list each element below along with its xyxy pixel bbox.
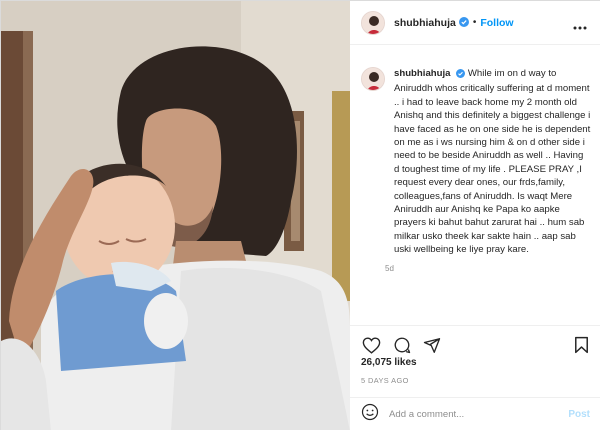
caption-avatar[interactable] <box>361 67 385 91</box>
post-date[interactable]: 5 DAYS AGO <box>361 376 409 385</box>
verified-badge-icon <box>458 14 469 32</box>
action-bar <box>350 325 600 361</box>
caption-text: While im on d way to Aniruddh whos criti… <box>394 68 591 256</box>
post-side-panel: shubhiahuja • Follow shubhiahuja While i… <box>350 1 600 430</box>
bookmark-icon[interactable] <box>574 336 589 359</box>
caption-text-block: shubhiahuja While im on d way to Anirudd… <box>394 67 591 257</box>
post-comment-button[interactable]: Post <box>568 409 590 420</box>
heart-icon[interactable] <box>362 336 381 359</box>
caption-username[interactable]: shubhiahuja <box>394 68 451 79</box>
verified-badge-icon <box>456 69 466 82</box>
photo-illustration <box>1 1 350 430</box>
avatar-image <box>362 11 384 34</box>
comment-icon[interactable] <box>393 336 411 359</box>
username[interactable]: shubhiahuja <box>394 17 456 29</box>
avatar[interactable] <box>361 10 385 35</box>
instagram-post: shubhiahuja • Follow shubhiahuja While i… <box>0 0 600 430</box>
post-photo[interactable] <box>1 1 350 430</box>
comment-bar: Post <box>350 397 600 430</box>
separator-dot: • <box>472 17 477 28</box>
caption-avatar-image <box>362 68 384 90</box>
emoji-icon[interactable] <box>361 403 379 426</box>
follow-button[interactable]: Follow <box>480 17 513 29</box>
caption-timestamp[interactable]: 5d <box>385 264 591 273</box>
caption-section: shubhiahuja While im on d way to Anirudd… <box>350 45 600 325</box>
share-icon[interactable] <box>423 337 441 359</box>
comment-input[interactable] <box>389 409 569 420</box>
more-options-icon[interactable] <box>573 17 587 35</box>
post-header: shubhiahuja • Follow <box>350 1 600 45</box>
likes-count[interactable]: 26,075 likes <box>361 357 417 368</box>
